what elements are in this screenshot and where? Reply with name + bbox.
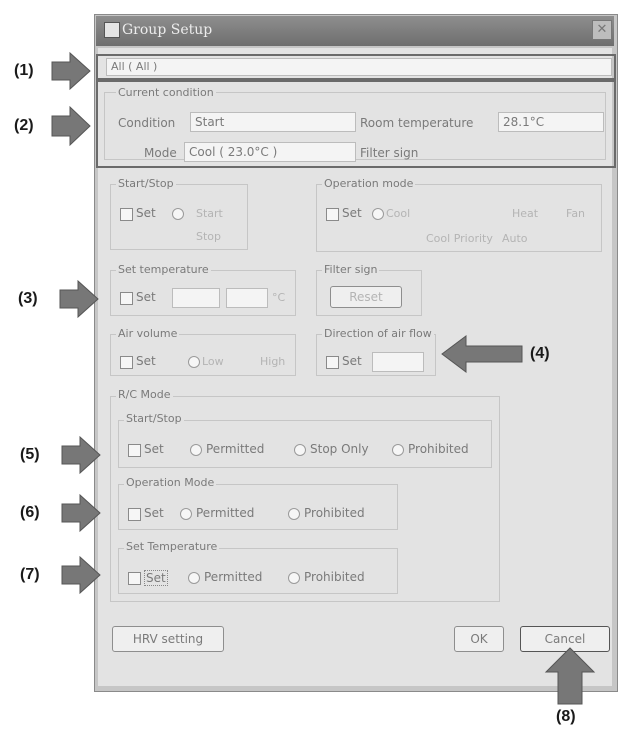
arrow-2 — [51, 105, 91, 147]
arrow-5 — [61, 435, 101, 475]
callout-7: (7) — [20, 566, 40, 583]
callout-1: (1) — [14, 62, 34, 79]
arrow-6 — [61, 493, 101, 533]
callout-5: (5) — [20, 446, 40, 463]
arrow-3 — [59, 279, 99, 319]
callout-6: (6) — [20, 504, 40, 521]
callout-3: (3) — [18, 290, 38, 307]
arrow-4 — [441, 335, 523, 373]
callout-2: (2) — [14, 117, 34, 134]
callout-4: (4) — [530, 345, 550, 362]
arrow-7 — [61, 555, 101, 595]
callout-8: (8) — [556, 708, 576, 725]
arrow-8 — [544, 647, 596, 705]
arrow-1 — [51, 51, 91, 91]
callout-arrows — [51, 51, 596, 705]
